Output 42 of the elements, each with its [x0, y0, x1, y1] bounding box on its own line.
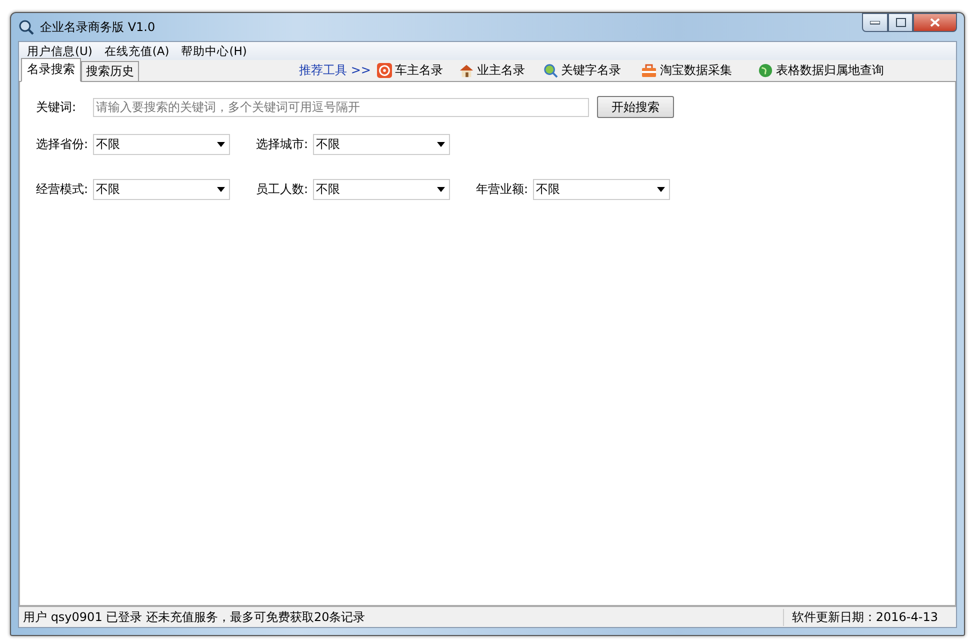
dropdown[interactable]: 不限 [93, 134, 230, 155]
caret-icon [437, 187, 445, 192]
field-label: 选择城市: [256, 136, 310, 153]
tool-link[interactable]: 淘宝数据采集 [640, 62, 732, 79]
menu-item[interactable]: 用户信息(U) [21, 44, 98, 58]
field-label: 选择省份: [36, 136, 90, 153]
tab[interactable]: 搜索历史 [81, 61, 139, 81]
keyword-field[interactable]: 请输入要搜索的关键词，多个关键词可用逗号隔开 [93, 98, 589, 116]
dropdown[interactable]: 不限 [313, 179, 450, 200]
tool-link[interactable]: 关键字名录 [542, 62, 621, 79]
house-icon [458, 63, 474, 78]
status-message: 用户 qsy0901 已登录 还未充值服务，最多可免费获取20条记录 [23, 608, 366, 626]
field-label: 关键词: [36, 98, 78, 116]
field-label: 年营业额: [476, 181, 530, 198]
menu-item[interactable]: 在线充值(A) [98, 44, 176, 58]
dropdown[interactable]: 不限 [533, 179, 670, 200]
window-title: 企业名录商务版 V1.0 [40, 18, 156, 36]
bag-icon [640, 63, 657, 78]
close-button[interactable] [913, 13, 957, 32]
tool-link[interactable]: 业主名录 [458, 62, 525, 79]
search-button[interactable]: 开始搜索 [597, 96, 674, 118]
caret-icon [437, 142, 445, 147]
caret-icon [657, 187, 665, 192]
magnifier-icon [18, 19, 34, 35]
dropdown[interactable]: 不限 [313, 134, 450, 155]
tool-link[interactable]: 车主名录 [376, 62, 443, 79]
dropdown[interactable]: 不限 [93, 179, 230, 200]
update-date: 软件更新日期：2016-4-13 [782, 608, 938, 626]
magnifier-icon [542, 63, 558, 78]
caret-icon [217, 187, 225, 192]
tab[interactable]: 名录搜索 [21, 58, 81, 82]
menu-item[interactable]: 帮助中心(H) [175, 44, 253, 58]
minimize-button[interactable] [862, 13, 888, 32]
maximize-icon [896, 18, 906, 27]
maximize-button[interactable] [888, 13, 913, 32]
caret-icon [217, 142, 225, 147]
tools-heading: 推荐工具 >> [299, 62, 371, 79]
field-label: 经营模式: [36, 181, 90, 198]
tool-link[interactable]: 表格数据归属地查询 [758, 62, 884, 79]
close-icon [930, 18, 940, 27]
minimize-icon [870, 20, 880, 24]
field-label: 员工人数: [256, 181, 310, 198]
